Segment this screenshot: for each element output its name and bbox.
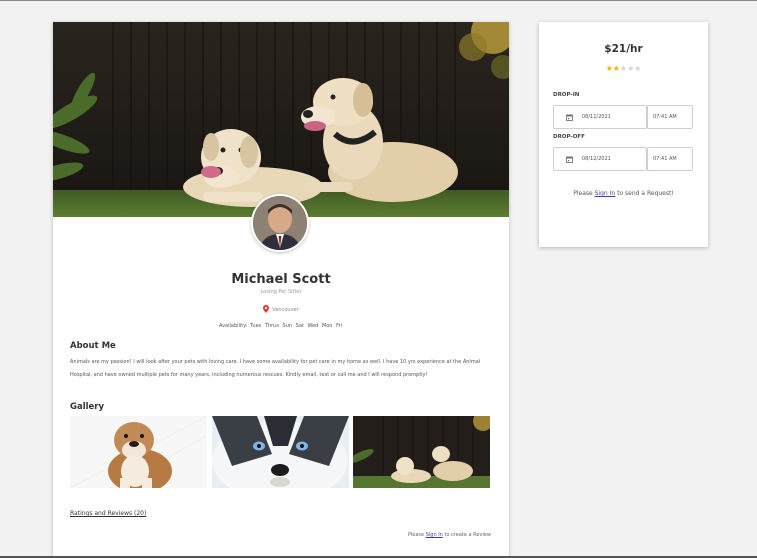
star-icon: ★ bbox=[619, 64, 628, 73]
sitter-location: Vancouver bbox=[53, 305, 509, 313]
sitter-tagline: Loving Pet Sitter bbox=[260, 289, 302, 295]
window-top-border bbox=[0, 0, 757, 1]
availability-day: Sat bbox=[295, 323, 304, 329]
cover-photo bbox=[53, 22, 509, 217]
dropoff-label: DROP-OFF bbox=[553, 134, 585, 140]
sitter-profile-card: Michael Scott Loving Pet Sitter Vancouve… bbox=[53, 22, 509, 558]
availability-day: Sun bbox=[282, 323, 293, 329]
availability-day: Fri bbox=[336, 323, 343, 329]
about-text: Animals are my passion! I will look afte… bbox=[70, 359, 481, 378]
star-icon: ★ bbox=[634, 64, 642, 73]
gallery-image-husky[interactable] bbox=[212, 416, 349, 488]
availability-day: Tues bbox=[250, 323, 262, 329]
review-prompt-prefix: Please bbox=[407, 532, 425, 538]
availability-row: Availability: Tues Thrus Sun Sat Wed Mon… bbox=[53, 323, 509, 329]
review-signin-link[interactable]: Sign In bbox=[426, 532, 443, 538]
dropoff-date-input[interactable]: 08/12/2021 bbox=[553, 147, 647, 171]
signin-prompt-suffix: to send a Request! bbox=[617, 190, 674, 197]
star-icon: ★ bbox=[605, 64, 613, 73]
location-pin-icon bbox=[263, 305, 270, 313]
sitter-name: Michael Scott bbox=[231, 272, 331, 287]
dropoff-time-input[interactable]: 07:41 AM bbox=[647, 147, 693, 171]
gallery-image-bulldog[interactable] bbox=[70, 416, 207, 488]
calendar-icon bbox=[566, 156, 573, 163]
availability-label: Availability: bbox=[218, 323, 248, 329]
review-signin-prompt: Please Sign In to create a Review bbox=[408, 532, 491, 538]
dropoff-date-value: 08/12/2021 bbox=[582, 156, 611, 162]
calendar-icon bbox=[566, 114, 573, 121]
dropin-label: DROP-IN bbox=[553, 92, 580, 98]
dropoff-time-value: 07:41 AM bbox=[653, 156, 677, 162]
star-rating: ★★★★★ bbox=[539, 64, 708, 73]
availability-day: Thrus bbox=[264, 323, 279, 329]
availability-day: Mon bbox=[321, 323, 333, 329]
about-heading: About Me bbox=[70, 341, 116, 351]
request-signin-prompt: Please Sign In to send a Request! bbox=[539, 190, 708, 197]
hourly-price: $21/hr bbox=[604, 43, 643, 55]
signin-prompt-prefix: Please bbox=[573, 190, 593, 197]
dropin-date-value: 08/11/2021 bbox=[582, 114, 611, 120]
booking-card: $21/hr ★★★★★ DROP-IN 08/11/2021 07:41 AM… bbox=[539, 22, 708, 247]
profile-avatar bbox=[251, 194, 309, 252]
location-text: Vancouver bbox=[272, 307, 299, 313]
star-icon: ★ bbox=[612, 64, 620, 73]
request-signin-link[interactable]: Sign In bbox=[595, 190, 616, 197]
review-prompt-suffix: to create a Review bbox=[444, 532, 491, 538]
gallery-image-labradors[interactable] bbox=[353, 416, 490, 488]
dropin-time-value: 07:41 AM bbox=[653, 114, 677, 120]
dropin-date-input[interactable]: 08/11/2021 bbox=[553, 105, 647, 129]
ratings-reviews-link[interactable]: Ratings and Reviews (20) bbox=[70, 510, 146, 517]
gallery-heading: Gallery bbox=[70, 402, 105, 412]
dropin-time-input[interactable]: 07:41 AM bbox=[647, 105, 693, 129]
availability-day: Wed bbox=[307, 323, 319, 329]
